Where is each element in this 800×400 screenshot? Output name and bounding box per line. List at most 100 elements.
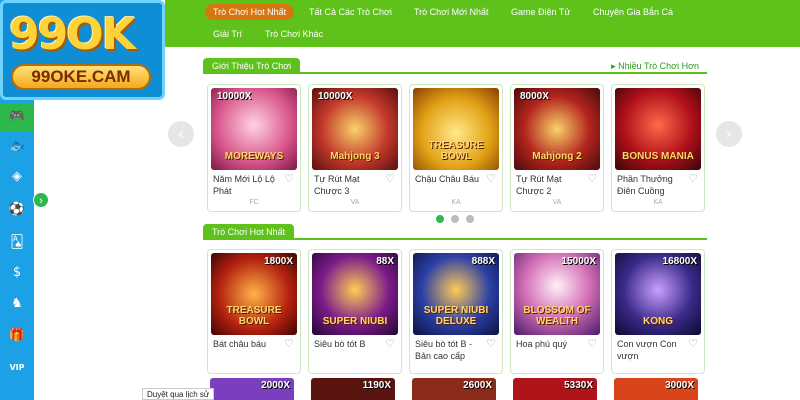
multiplier-badge: 8000X — [520, 91, 549, 102]
game-thumbnail[interactable]: 2600X — [412, 378, 496, 400]
favorite-heart-icon[interactable]: ♡ — [587, 172, 597, 185]
nav-tab-hot[interactable]: Trò Chơi Hot Nhất — [205, 4, 295, 20]
horse-icon[interactable]: ♞ — [7, 294, 27, 314]
nav-tab-all-games[interactable]: Tất Cả Các Trò Chơi — [301, 4, 400, 20]
carousel-dot[interactable] — [451, 215, 459, 223]
nav-tab-other[interactable]: Trò Chơi Khác — [257, 26, 331, 42]
game-thumbnail[interactable]: 888X SUPER NIUBI DELUXE — [413, 253, 499, 335]
intro-section-tab: Giới Thiệu Trò Chơi — [203, 58, 301, 74]
favorite-heart-icon[interactable]: ♡ — [284, 337, 294, 350]
game-thumbnail[interactable]: 1800X TREASURE BOWL — [211, 253, 297, 335]
game-card[interactable]: 888X SUPER NIUBI DELUXE Siêu bò tót B - … — [409, 249, 503, 374]
game-card[interactable]: 10000X Mahjong 3 Tự Rút Mạt Chược 3 ♡ VA — [308, 84, 402, 212]
game-logo-text: KONG — [643, 316, 673, 327]
carousel-prev-button[interactable]: ‹ — [168, 121, 194, 147]
game-thumbnail[interactable]: 8000X Mahjong 2 — [514, 88, 600, 170]
card-icon[interactable]: 🂡 — [7, 233, 27, 253]
sidebar-expand-button[interactable]: › — [33, 192, 49, 208]
game-name: Năm Mới Lộ Lộ Phát — [213, 174, 275, 196]
hot-section-tab: Trò Chơi Hot Nhất — [203, 224, 295, 240]
gamepad-icon[interactable]: 🎮 — [7, 107, 27, 127]
multiplier-badge: 2000X — [261, 380, 290, 391]
logo-url: 99OKE.CAM — [11, 64, 151, 90]
more-games-label: Nhiều Trò Chơi Hơn — [618, 61, 699, 71]
multiplier-badge: 888X — [471, 256, 495, 267]
multiplier-badge: 16800X — [662, 256, 697, 267]
game-thumbnail[interactable]: 16800X KONG — [615, 253, 701, 335]
game-card[interactable]: 16800X KONG Con vượn Con vượn ♡ — [611, 249, 705, 374]
game-logo-text: BONUS MANIA — [622, 151, 694, 162]
favorite-heart-icon[interactable]: ♡ — [486, 172, 496, 185]
gift-icon[interactable]: 🎁 — [7, 326, 27, 346]
logo[interactable]: 99OK 99OKE.CAM — [0, 0, 165, 100]
favorite-heart-icon[interactable]: ♡ — [385, 172, 395, 185]
multiplier-badge: 15000X — [561, 256, 596, 267]
game-card[interactable]: 88X SUPER NIUBI Siêu bò tót B ♡ — [308, 249, 402, 374]
lottery-icon[interactable]: ◈ — [7, 167, 27, 187]
game-thumbnail[interactable]: 5330X — [513, 378, 597, 400]
favorite-heart-icon[interactable]: ♡ — [486, 337, 496, 350]
fish-icon[interactable]: 🐟 — [7, 137, 27, 157]
carousel-dot[interactable] — [466, 215, 474, 223]
game-name: Tự Rút Mạt Chược 3 — [314, 174, 360, 196]
game-logo-text: MOREWAYS — [224, 151, 284, 162]
game-logo-text: BLOSSOM OF WEALTH — [523, 305, 591, 327]
game-logo-text: TREASURE BOWL — [428, 140, 484, 162]
game-name: Siêu bò tót B - Bản cao cấp — [415, 339, 473, 361]
game-card[interactable]: 1800X TREASURE BOWL Bát châu báu ♡ — [207, 249, 301, 374]
game-name: Bát châu báu — [213, 339, 267, 349]
top-nav: Trò Chơi Hot Nhất Tất Cả Các Trò Chơi Tr… — [165, 0, 800, 47]
page: Trò Chơi Hot Nhất Tất Cả Các Trò Chơi Tr… — [0, 0, 800, 400]
vip-icon[interactable]: VIP — [7, 358, 27, 378]
game-logo-text: SUPER NIUBI — [322, 316, 388, 327]
carousel-next-button[interactable]: › — [716, 121, 742, 147]
favorite-heart-icon[interactable]: ♡ — [688, 172, 698, 185]
multiplier-badge: 10000X — [217, 91, 252, 102]
intro-section-header: Giới Thiệu Trò Chơi ▸ Nhiều Trò Chơi Hơn — [203, 58, 707, 74]
soccer-icon[interactable]: ⚽ — [7, 200, 27, 220]
game-thumbnail[interactable]: 88X SUPER NIUBI — [312, 253, 398, 335]
nav-tab-fishing[interactable]: Chuyên Gia Bắn Cá — [585, 4, 681, 20]
game-thumbnail[interactable]: 3000X — [614, 378, 698, 400]
game-logo-text: Mahjong 2 — [532, 151, 582, 162]
game-name: Phần Thưởng Điên Cuồng — [617, 174, 673, 196]
favorite-heart-icon[interactable]: ♡ — [385, 337, 395, 350]
favorite-heart-icon[interactable]: ♡ — [587, 337, 597, 350]
nav-tab-newest[interactable]: Trò Chơi Mới Nhất — [406, 4, 496, 20]
game-thumbnail[interactable]: 1190X — [311, 378, 395, 400]
more-games-link[interactable]: ▸ Nhiều Trò Chơi Hơn — [611, 59, 699, 73]
nav-tab-entertainment[interactable]: Giải Trí — [205, 26, 250, 42]
game-thumbnail[interactable]: 10000X Mahjong 3 — [312, 88, 398, 170]
coin-icon[interactable]: $ — [7, 263, 27, 283]
game-card[interactable]: 15000X BLOSSOM OF WEALTH Hoa phú quý ♡ — [510, 249, 604, 374]
game-card[interactable]: TREASURE BOWL Chậu Châu Báu ♡ KA — [409, 84, 503, 212]
game-provider: VA — [350, 199, 360, 206]
multiplier-badge: 10000X — [318, 91, 353, 102]
multiplier-badge: 5330X — [564, 380, 593, 391]
multiplier-badge: 1800X — [264, 256, 293, 267]
game-thumbnail[interactable]: 15000X BLOSSOM OF WEALTH — [514, 253, 600, 335]
game-provider: KA — [653, 199, 663, 206]
game-provider: KA — [451, 199, 461, 206]
game-card[interactable]: 10000X MOREWAYS Năm Mới Lộ Lộ Phát ♡ FC — [207, 84, 301, 212]
browse-history-tooltip: Duyệt qua lịch sử — [142, 388, 215, 400]
game-logo-text: SUPER NIUBI DELUXE — [423, 305, 489, 327]
game-provider: FC — [249, 199, 259, 206]
carousel-dot[interactable] — [436, 215, 444, 223]
game-logo-text: TREASURE BOWL — [226, 305, 282, 327]
game-card[interactable]: 8000X Mahjong 2 Tự Rút Mạt Chược 2 ♡ VA — [510, 84, 604, 212]
multiplier-badge: 3000X — [665, 380, 694, 391]
game-name: Con vượn Con vượn — [617, 339, 677, 361]
game-thumbnail[interactable]: 10000X MOREWAYS — [211, 88, 297, 170]
hot-section-header: Trò Chơi Hot Nhất — [203, 224, 707, 240]
game-card[interactable]: BONUS MANIA Phần Thưởng Điên Cuồng ♡ KA — [611, 84, 705, 212]
game-provider: VA — [552, 199, 562, 206]
game-logo-text: Mahjong 3 — [330, 151, 380, 162]
game-thumbnail[interactable]: BONUS MANIA — [615, 88, 701, 170]
game-name: Hoa phú quý — [516, 339, 568, 349]
game-thumbnail[interactable]: TREASURE BOWL — [413, 88, 499, 170]
favorite-heart-icon[interactable]: ♡ — [284, 172, 294, 185]
favorite-heart-icon[interactable]: ♡ — [688, 337, 698, 350]
nav-tab-slots[interactable]: Game Điện Tử — [503, 4, 578, 20]
game-thumbnail[interactable]: 2000X — [210, 378, 294, 400]
